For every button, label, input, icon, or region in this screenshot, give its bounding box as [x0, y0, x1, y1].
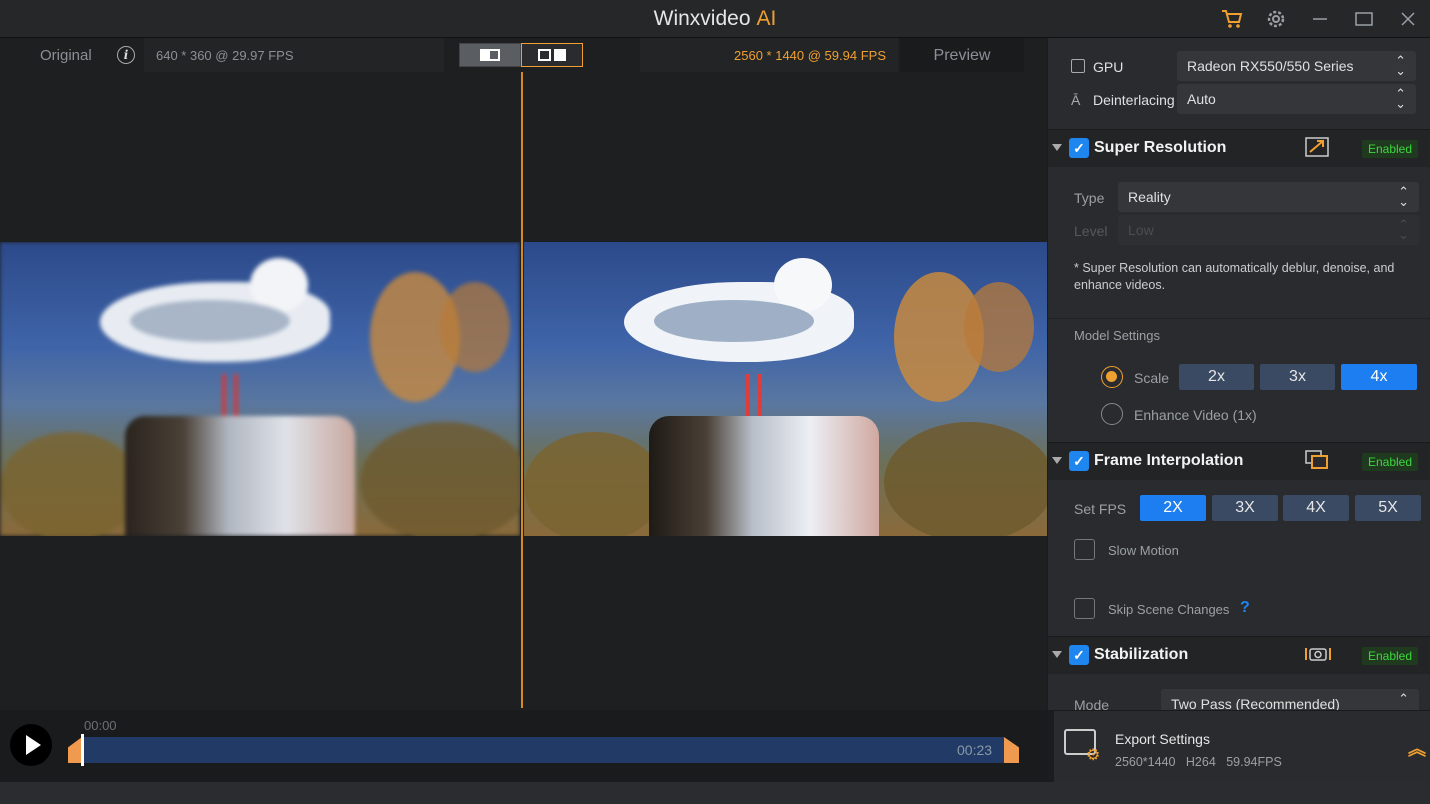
split-view-button[interactable] [459, 43, 521, 67]
info-icon[interactable]: i [117, 46, 135, 64]
gpu-checkbox[interactable] [1071, 59, 1085, 73]
gpu-select[interactable]: Radeon RX550/550 Series ⌃ ⌄ [1177, 51, 1416, 81]
level-select: Low ⌃ ⌄ [1118, 215, 1419, 245]
gpu-label: GPU [1093, 59, 1124, 75]
deinterlacing-icon: Ā [1071, 92, 1081, 108]
title-bar: Winxvideo AI [0, 0, 1430, 38]
close-icon[interactable] [1386, 0, 1430, 38]
settings-panel: GPU Radeon RX550/550 Series ⌃ ⌄ Ā Deinter… [1048, 38, 1430, 710]
level-label: Level [1074, 223, 1108, 239]
type-label: Type [1074, 190, 1105, 206]
app-title-text: Winxvideo [653, 7, 751, 30]
scale-label: Scale [1134, 370, 1170, 386]
collapse-triangle-icon[interactable] [1052, 144, 1062, 151]
super-resolution-checkbox[interactable]: ✓ [1069, 138, 1089, 158]
fps-option-5x[interactable]: 5X [1355, 495, 1421, 521]
expand-up-icon[interactable]: ︽ [1408, 735, 1426, 761]
viewer-toolbar: Original i 640 * 360 @ 29.97 FPS 2560 * … [0, 38, 1047, 72]
export-settings-bar[interactable]: ⚙ Export Settings 2560*1440 H264 59.94FP… [1054, 710, 1430, 782]
frame-interpolation-status-badge: Enabled [1362, 453, 1418, 471]
scale-option-4x[interactable]: 4x [1341, 364, 1417, 390]
fps-option-2x[interactable]: 2X [1140, 495, 1206, 521]
stabilization-status-badge: Enabled [1362, 647, 1418, 665]
fps-option-3x[interactable]: 3X [1212, 495, 1278, 521]
type-select-value: Reality [1128, 189, 1171, 205]
preview-label: Preview [900, 38, 1024, 72]
slow-motion-checkbox[interactable] [1074, 539, 1095, 560]
collapse-triangle-icon[interactable] [1052, 457, 1062, 464]
maximize-icon[interactable] [1342, 0, 1386, 38]
export-settings-title: Export Settings [1115, 731, 1210, 747]
deinterlacing-select-value: Auto [1187, 91, 1216, 107]
compare-divider[interactable] [521, 72, 523, 708]
timeline-track[interactable] [82, 737, 1004, 763]
app-title-ai: AI [756, 7, 777, 30]
deinterlacing-label: Deinterlacing [1093, 92, 1175, 108]
mode-label: Mode [1074, 697, 1110, 710]
timeline-start-time: 00:00 [84, 718, 117, 733]
trim-start-handle[interactable] [68, 737, 82, 763]
deinterlacing-select[interactable]: Auto ⌃ ⌄ [1177, 84, 1416, 114]
fps-option-4x[interactable]: 4X [1283, 495, 1349, 521]
updown-chevron-icon: ⌃ ⌄ [1395, 53, 1406, 78]
super-resolution-note: * Super Resolution can automatically deb… [1074, 261, 1395, 292]
original-frame [0, 242, 520, 536]
collapse-triangle-icon[interactable] [1052, 651, 1062, 658]
export-settings-details: 2560*1440 H264 59.94FPS [1115, 755, 1282, 769]
type-select[interactable]: Reality ⌃ ⌄ [1118, 182, 1419, 212]
camera-stabilize-icon [1304, 644, 1331, 666]
mode-select-value: Two Pass (Recommended) [1171, 696, 1340, 710]
super-resolution-header[interactable]: ✓ Super Resolution Enabled [1048, 129, 1430, 167]
frames-icon [1304, 450, 1330, 472]
enhance-video-label: Enhance Video (1x) [1134, 407, 1257, 423]
help-icon[interactable]: ? [1240, 599, 1250, 617]
stabilization-checkbox[interactable]: ✓ [1069, 645, 1089, 665]
source-info: 640 * 360 @ 29.97 FPS [144, 38, 444, 72]
export-gear-icon: ⚙ [1086, 747, 1101, 764]
side-by-side-icon [538, 49, 566, 61]
side-by-side-button[interactable] [521, 43, 583, 67]
stabilization-header[interactable]: ✓ Stabilization Enabled [1048, 636, 1430, 674]
updown-chevron-icon: ⌃ ⌄ [1398, 217, 1409, 242]
super-resolution-status-badge: Enabled [1362, 140, 1418, 158]
updown-chevron-icon: ⌃ ⌄ [1398, 691, 1409, 710]
playhead[interactable] [81, 734, 84, 766]
skip-scene-changes-label: Skip Scene Changes [1108, 602, 1230, 617]
slow-motion-label: Slow Motion [1108, 543, 1179, 558]
bottom-strip [0, 782, 1430, 804]
updown-chevron-icon: ⌃ ⌄ [1395, 86, 1406, 111]
split-view-icon [480, 49, 500, 61]
divider [1048, 318, 1430, 319]
frame-interpolation-header[interactable]: ✓ Frame Interpolation Enabled [1048, 442, 1430, 480]
play-button[interactable] [10, 724, 52, 766]
minimize-icon[interactable] [1298, 0, 1342, 38]
original-label: Original [40, 47, 92, 64]
output-info: 2560 * 1440 @ 59.94 FPS [640, 38, 898, 72]
scale-option-3x[interactable]: 3x [1260, 364, 1335, 390]
frame-interpolation-checkbox[interactable]: ✓ [1069, 451, 1089, 471]
timeline: 00:00 00:23 [0, 710, 1047, 782]
stabilization-title: Stabilization [1094, 646, 1189, 663]
gear-icon[interactable] [1254, 0, 1298, 38]
gpu-select-value: Radeon RX550/550 Series [1187, 58, 1354, 74]
level-select-value: Low [1128, 222, 1154, 238]
super-resolution-title: Super Resolution [1094, 139, 1227, 156]
scale-option-2x[interactable]: 2x [1179, 364, 1254, 390]
model-settings-label: Model Settings [1074, 328, 1160, 343]
scale-radio[interactable] [1101, 366, 1123, 388]
frame-interpolation-title: Frame Interpolation [1094, 452, 1244, 469]
cart-icon[interactable] [1210, 0, 1254, 38]
view-mode-toggle [459, 43, 583, 67]
timeline-end-time: 00:23 [957, 742, 993, 758]
mode-select[interactable]: Two Pass (Recommended) ⌃ ⌄ [1161, 689, 1419, 710]
enhance-video-radio[interactable] [1101, 403, 1123, 425]
skip-scene-changes-checkbox[interactable] [1074, 598, 1095, 619]
updown-chevron-icon: ⌃ ⌄ [1398, 184, 1409, 209]
set-fps-label: Set FPS [1074, 501, 1127, 517]
trim-end-handle[interactable] [1004, 737, 1019, 763]
preview-frame [524, 242, 1047, 536]
video-viewer: Original i 640 * 360 @ 29.97 FPS 2560 * … [0, 38, 1047, 710]
upscale-icon [1304, 137, 1330, 159]
